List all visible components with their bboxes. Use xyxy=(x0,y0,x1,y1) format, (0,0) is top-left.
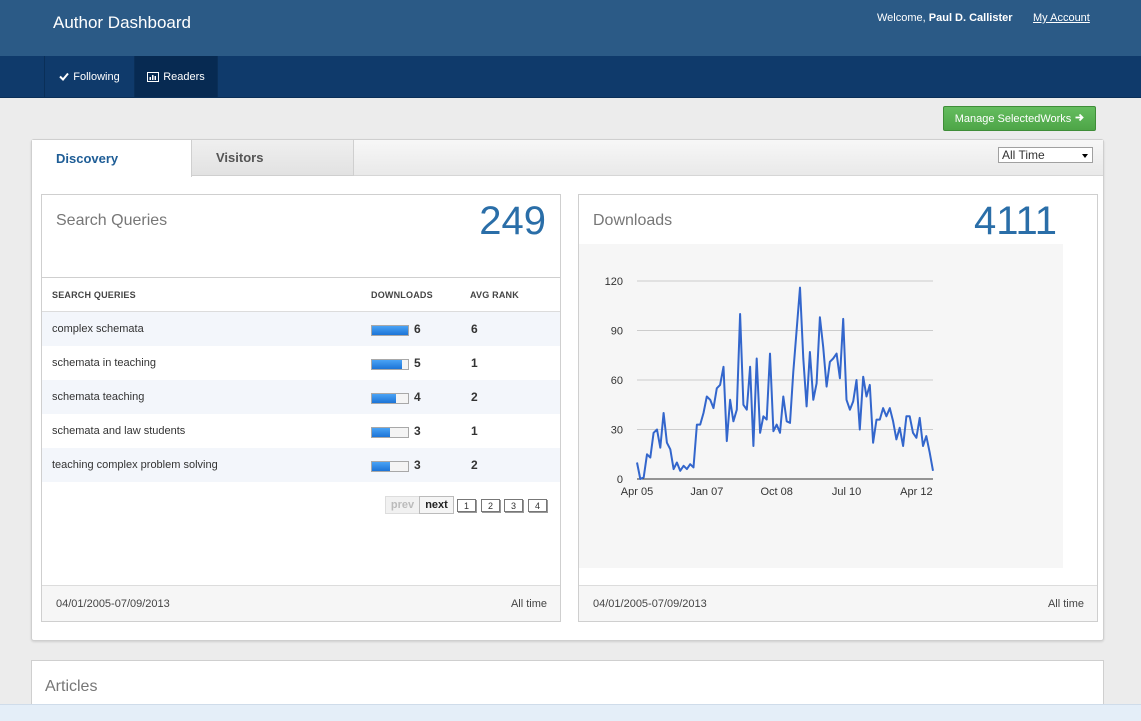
top-header: Author Dashboard Welcome, Paul D. Callis… xyxy=(0,0,1141,56)
check-icon xyxy=(59,72,70,81)
downloads-count: 5 xyxy=(414,356,421,370)
downloads-card: Downloads 4111 0 30 60 90 120 Apr 05 Jan 07 Oct… xyxy=(578,194,1098,622)
search-queries-title: Search Queries xyxy=(56,212,168,229)
my-account-link[interactable]: My Account xyxy=(1033,12,1090,24)
nav-following[interactable]: Following xyxy=(44,56,134,97)
nav-following-label: Following xyxy=(73,70,120,83)
y-tick-label: 90 xyxy=(611,326,623,338)
column-header-query: SEARCH QUERIES xyxy=(52,290,136,300)
table-row: teaching complex problem solving 3 2 xyxy=(42,448,560,482)
x-tick-label: Apr 12 xyxy=(900,486,932,498)
x-tick-label: Oct 08 xyxy=(760,486,792,498)
pager-page-1[interactable]: 1 xyxy=(457,499,476,512)
downloads-count: 3 xyxy=(414,424,421,438)
downloads-bar-fill xyxy=(372,428,390,437)
bottom-strip xyxy=(0,704,1141,721)
avg-rank: 1 xyxy=(471,356,478,370)
welcome-text: Welcome, Paul D. Callister xyxy=(877,12,1013,24)
manage-button-label: Manage SelectedWorks xyxy=(954,112,1072,125)
table-row: schemata in teaching 5 1 xyxy=(42,346,560,380)
pager-prev[interactable]: prev xyxy=(385,496,420,514)
pager-page-3[interactable]: 3 xyxy=(504,499,523,512)
column-header-rank: AVG RANK xyxy=(470,290,519,300)
avg-rank: 2 xyxy=(471,390,478,404)
main-nav: Following Readers xyxy=(0,56,1141,98)
downloads-bar-fill xyxy=(372,360,402,369)
downloads-bar-fill xyxy=(372,462,390,471)
search-queries-footer: 04/01/2005-07/09/2013 All time xyxy=(42,585,560,621)
avg-rank: 2 xyxy=(471,458,478,472)
discovery-panel: Discovery Visitors All Time Search Queri… xyxy=(31,139,1104,641)
query-text: schemata teaching xyxy=(52,391,145,403)
query-text: teaching complex problem solving xyxy=(52,459,218,471)
y-tick-label: 60 xyxy=(611,375,623,387)
range-label: All time xyxy=(1047,598,1084,610)
articles-title: Articles xyxy=(45,678,98,695)
downloads-series-line xyxy=(636,286,934,480)
downloads-title: Downloads xyxy=(593,212,673,229)
table-row: schemata teaching 4 2 xyxy=(42,380,560,414)
nav-readers[interactable]: Readers xyxy=(134,56,218,97)
x-tick-label: Jul 10 xyxy=(832,486,861,498)
y-tick-label: 30 xyxy=(611,425,623,437)
chevron-down-icon xyxy=(1082,154,1088,158)
date-range: 04/01/2005-07/09/2013 xyxy=(593,598,707,610)
downloads-bar xyxy=(371,427,409,438)
downloads-footer: 04/01/2005-07/09/2013 All time xyxy=(579,585,1097,621)
downloads-bar xyxy=(371,461,409,472)
downloads-count: 6 xyxy=(414,322,421,336)
downloads-bar-fill xyxy=(372,394,397,403)
tab-strip: Discovery Visitors All Time xyxy=(32,140,1103,177)
downloads-total: 4111 xyxy=(973,199,1057,243)
downloads-line-chart: 0 30 60 90 120 Apr 05 Jan 07 Oct 08 Jul 10 Apr 12 xyxy=(605,276,934,498)
x-tick-label: Jan 07 xyxy=(690,486,723,498)
user-name: Paul D. Callister xyxy=(928,12,1013,24)
time-range-value: All Time xyxy=(1002,148,1045,162)
search-queries-card: Search Queries 249 SEARCH QUERIES DOWNLO… xyxy=(41,194,561,622)
avg-rank: 6 xyxy=(471,322,478,336)
downloads-count: 4 xyxy=(414,390,421,404)
x-tick-label: Apr 05 xyxy=(621,486,653,498)
bar-chart-icon xyxy=(147,71,160,82)
date-range: 04/01/2005-07/09/2013 xyxy=(56,598,170,610)
arrow-right-icon xyxy=(1075,113,1085,125)
downloads-count: 3 xyxy=(414,458,421,472)
tab-visitors[interactable]: Visitors xyxy=(192,140,354,176)
tab-discovery[interactable]: Discovery xyxy=(32,140,192,177)
downloads-chart: 0 30 60 90 120 Apr 05 Jan 07 Oct 08 Jul 10 Apr 12 xyxy=(579,244,1063,568)
pager-next[interactable]: next xyxy=(419,496,454,514)
manage-selectedworks-button[interactable]: Manage SelectedWorks xyxy=(943,106,1096,131)
query-text: schemata in teaching xyxy=(52,357,156,369)
column-header-downloads: DOWNLOADS xyxy=(371,290,433,300)
search-queries-total: 249 xyxy=(479,199,546,243)
welcome-prefix: Welcome, xyxy=(877,12,929,24)
nav-readers-label: Readers xyxy=(163,70,205,83)
pager-page-2[interactable]: 2 xyxy=(481,499,500,512)
y-tick-label: 120 xyxy=(605,276,623,288)
query-text: schemata and law students xyxy=(52,425,186,437)
app-title: Author Dashboard xyxy=(53,13,191,32)
downloads-bar xyxy=(371,359,409,370)
avg-rank: 1 xyxy=(471,424,478,438)
downloads-bar xyxy=(371,393,409,404)
time-range-select[interactable]: All Time xyxy=(998,147,1093,163)
range-label: All time xyxy=(510,598,547,610)
downloads-bar xyxy=(371,325,409,336)
pager-page-4[interactable]: 4 xyxy=(528,499,547,512)
query-text: complex schemata xyxy=(52,323,144,335)
y-tick-label: 0 xyxy=(617,474,623,486)
table-header: SEARCH QUERIES DOWNLOADS AVG RANK xyxy=(42,277,560,312)
table-row: schemata and law students 3 1 xyxy=(42,414,560,448)
table-row: complex schemata 6 6 xyxy=(42,312,560,346)
downloads-bar-fill xyxy=(372,326,408,335)
